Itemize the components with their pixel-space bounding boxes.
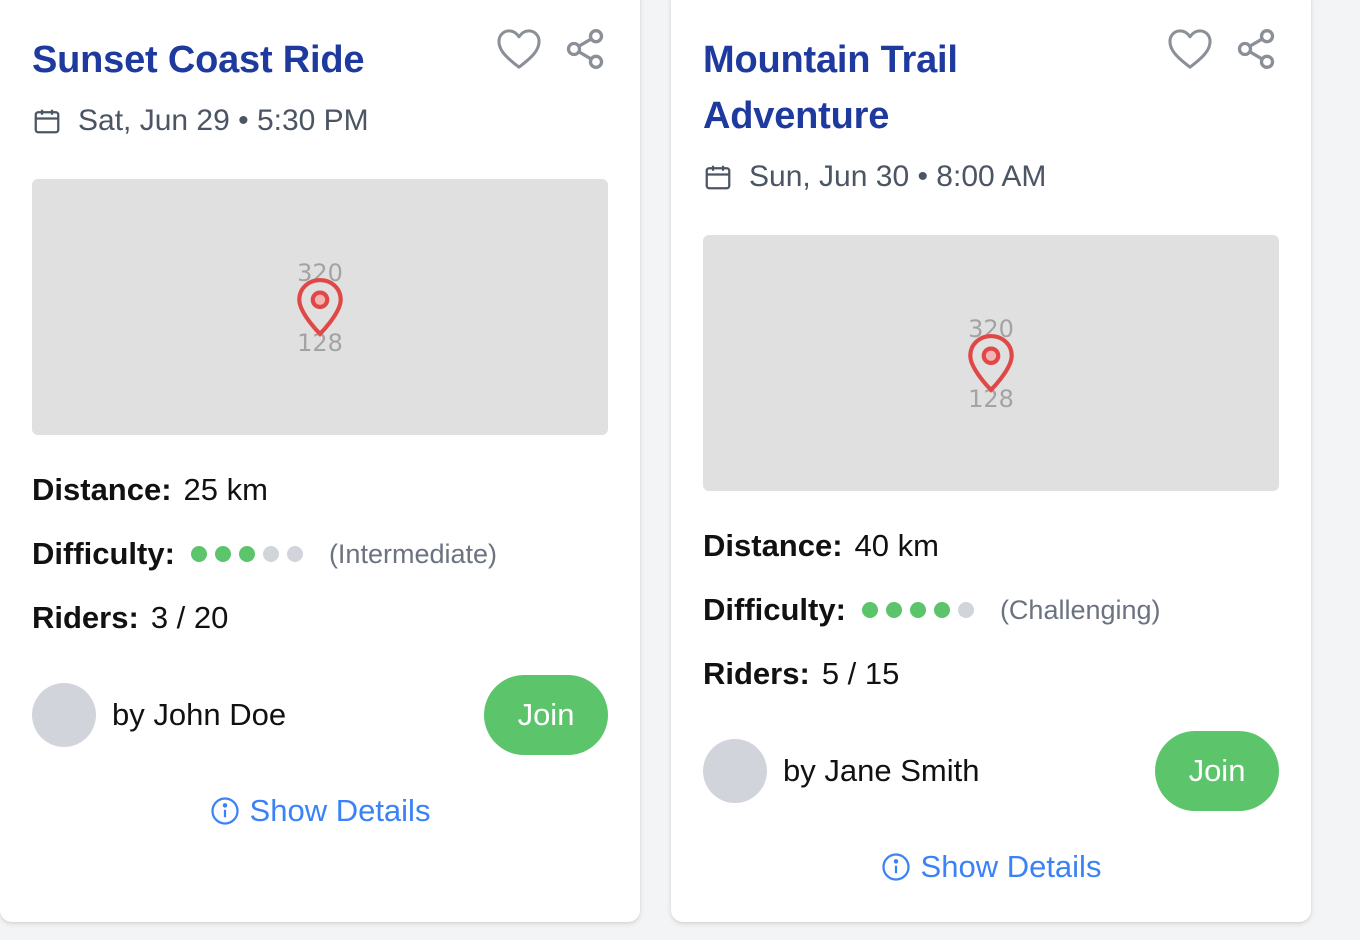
difficulty-dot [885, 602, 902, 618]
difficulty-text: (Challenging) [999, 594, 1161, 625]
difficulty-dot [238, 546, 255, 562]
difficulty-row: Difficulty: (Intermediate) [32, 536, 497, 572]
show-details-link[interactable]: Show Details [671, 849, 1311, 885]
avatar [703, 739, 767, 803]
info-circle-icon [210, 797, 239, 825]
ride-title[interactable]: Sunset Coast Ride [32, 32, 472, 88]
difficulty-label: Difficulty: [32, 536, 175, 571]
difficulty-dot [909, 602, 926, 618]
difficulty-dot [262, 546, 279, 562]
route-map[interactable]: 320 128 [703, 235, 1279, 491]
ride-date: Sat, Jun 29 • 5:30 PM [32, 104, 369, 138]
share-button[interactable] [1233, 26, 1279, 72]
difficulty-dot [214, 546, 231, 562]
card-actions [496, 26, 608, 72]
riders-value: 5 / 15 [821, 656, 900, 691]
distance-value: 25 km [183, 472, 268, 507]
riders-value: 3 / 20 [150, 600, 229, 635]
difficulty-dot [190, 546, 207, 562]
show-details-label: Show Details [920, 849, 1102, 884]
distance-label: Distance: [703, 528, 843, 563]
riders-label: Riders: [32, 600, 139, 635]
difficulty-dot [933, 602, 950, 618]
ride-card: Sunset Coast Ride Sat, Jun 29 • 5:30 PM … [0, 0, 640, 922]
show-details-link[interactable]: Show Details [0, 793, 640, 829]
riders-label: Riders: [703, 656, 810, 691]
ride-date: Sun, Jun 30 • 8:00 AM [703, 160, 1046, 194]
ride-card: Mountain Trail Adventure Sun, Jun 30 • 8… [671, 0, 1311, 922]
distance-row: Distance: 40 km [703, 528, 939, 564]
organizer: by Jane Smith [703, 739, 979, 803]
map-pin-icon [297, 278, 343, 337]
ride-date-text: Sun, Jun 30 • 8:00 AM [749, 160, 1047, 193]
info-circle-icon [881, 853, 910, 881]
heart-outline-icon [1168, 29, 1212, 69]
organizer-name: by John Doe [112, 697, 287, 732]
ride-date-text: Sat, Jun 29 • 5:30 PM [78, 104, 369, 137]
organizer: by John Doe [32, 683, 286, 747]
riders-row: Riders: 3 / 20 [32, 600, 228, 636]
calendar-icon [705, 165, 731, 190]
difficulty-text: (Intermediate) [328, 538, 498, 569]
riders-row: Riders: 5 / 15 [703, 656, 899, 692]
organizer-name: by Jane Smith [783, 753, 980, 788]
calendar-icon [34, 109, 60, 134]
difficulty-label: Difficulty: [703, 592, 846, 627]
share-icon [566, 29, 604, 69]
join-button[interactable]: Join [484, 675, 608, 755]
difficulty-row: Difficulty: (Challenging) [703, 592, 1161, 628]
difficulty-dot [286, 546, 303, 562]
favorite-button[interactable] [1167, 26, 1213, 72]
route-map[interactable]: 320 128 [32, 179, 608, 435]
difficulty-dot [861, 602, 878, 618]
show-details-label: Show Details [249, 793, 431, 828]
heart-outline-icon [497, 29, 541, 69]
share-icon [1237, 29, 1275, 69]
difficulty-dots [861, 602, 974, 618]
avatar [32, 683, 96, 747]
share-button[interactable] [562, 26, 608, 72]
card-actions [1167, 26, 1279, 72]
join-button[interactable]: Join [1155, 731, 1279, 811]
distance-label: Distance: [32, 472, 172, 507]
favorite-button[interactable] [496, 26, 542, 72]
distance-value: 40 km [854, 528, 939, 563]
map-pin-icon [968, 334, 1014, 393]
distance-row: Distance: 25 km [32, 472, 268, 508]
difficulty-dot [957, 602, 974, 618]
ride-title[interactable]: Mountain Trail Adventure [703, 32, 1143, 144]
difficulty-dots [190, 546, 303, 562]
